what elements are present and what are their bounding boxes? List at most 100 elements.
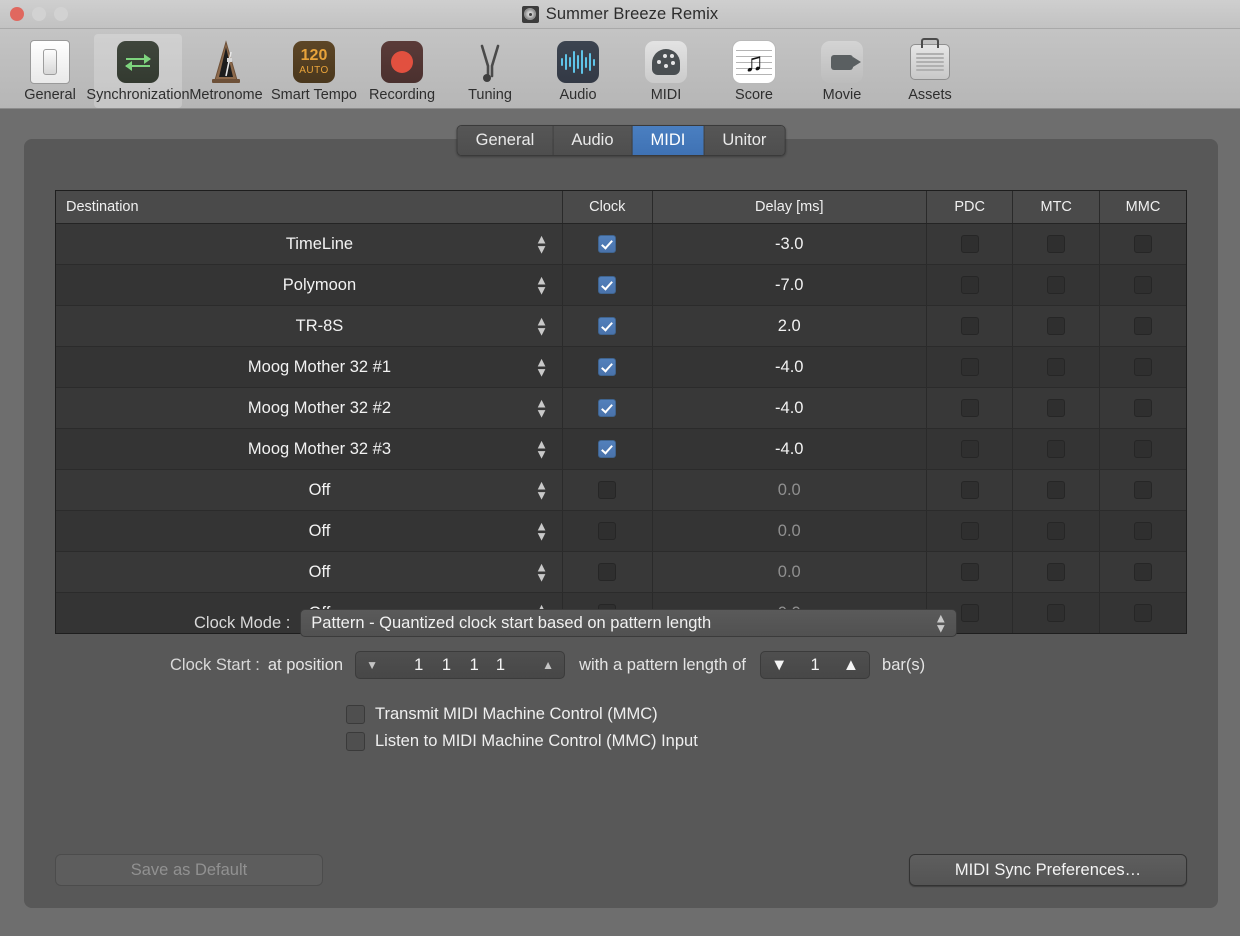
clock-checkbox[interactable] (598, 399, 616, 417)
mtc-checkbox[interactable] (1047, 522, 1065, 540)
mtc-cell[interactable] (1013, 347, 1100, 388)
mtc-checkbox[interactable] (1047, 563, 1065, 581)
clock-cell[interactable] (562, 306, 652, 347)
mmc-cell[interactable] (1099, 265, 1186, 306)
toolbar-item-assets[interactable]: Assets (886, 34, 974, 108)
chevron-updown-icon[interactable]: ▲▼ (535, 316, 548, 335)
delay-cell[interactable]: -4.0 (652, 429, 926, 470)
table-row[interactable]: Moog Mother 32 #1▲▼ -4.0 (56, 347, 1186, 388)
pdc-checkbox[interactable] (961, 276, 979, 294)
mmc-cell[interactable] (1099, 347, 1186, 388)
table-row[interactable]: TimeLine▲▼-3.0 (56, 224, 1186, 265)
clock-checkbox[interactable] (598, 317, 616, 335)
transmit-mmc-checkbox[interactable] (346, 705, 365, 724)
destination-cell[interactable]: Off▲▼ (56, 470, 562, 511)
table-row[interactable]: Off▲▼0.0 (56, 552, 1186, 593)
toolbar-item-midi[interactable]: MIDI (622, 34, 710, 108)
chevron-updown-icon[interactable]: ▲▼ (535, 398, 548, 417)
clock-cell[interactable] (562, 511, 652, 552)
clock-checkbox[interactable] (598, 563, 616, 581)
pdc-cell[interactable] (926, 265, 1013, 306)
mtc-checkbox[interactable] (1047, 440, 1065, 458)
tab-midi[interactable]: MIDI (633, 126, 705, 155)
mmc-cell[interactable] (1099, 429, 1186, 470)
clock-checkbox[interactable] (598, 481, 616, 499)
chevron-down-icon[interactable]: ▼ (771, 656, 787, 675)
toolbar-item-tuning[interactable]: Tuning (446, 34, 534, 108)
mtc-cell[interactable] (1013, 552, 1100, 593)
destination-cell[interactable]: TimeLine▲▼ (56, 224, 562, 265)
delay-cell[interactable]: -4.0 (652, 347, 926, 388)
pdc-cell[interactable] (926, 388, 1013, 429)
chevron-updown-icon[interactable]: ▲▼ (535, 357, 548, 376)
mmc-cell[interactable] (1099, 470, 1186, 511)
pdc-cell[interactable] (926, 470, 1013, 511)
mmc-cell[interactable] (1099, 224, 1186, 265)
destination-cell[interactable]: TR-8S▲▼ (56, 306, 562, 347)
listen-mmc-checkbox[interactable] (346, 732, 365, 751)
clock-cell[interactable] (562, 429, 652, 470)
chevron-up-icon[interactable]: ▲ (843, 656, 859, 675)
clock-checkbox[interactable] (598, 358, 616, 376)
clock-cell[interactable] (562, 552, 652, 593)
mtc-checkbox[interactable] (1047, 276, 1065, 294)
table-row[interactable]: Moog Mother 32 #3▲▼ -4.0 (56, 429, 1186, 470)
pdc-cell[interactable] (926, 552, 1013, 593)
delay-cell[interactable]: 0.0 (652, 470, 926, 511)
toolbar-item-score[interactable]: ♫ Score (710, 34, 798, 108)
tab-general[interactable]: General (458, 126, 554, 155)
clock-cell[interactable] (562, 388, 652, 429)
destination-cell[interactable]: Off▲▼ (56, 511, 562, 552)
destination-cell[interactable]: Polymoon▲▼ (56, 265, 562, 306)
pdc-cell[interactable] (926, 511, 1013, 552)
mmc-cell[interactable] (1099, 306, 1186, 347)
tab-audio[interactable]: Audio (553, 126, 632, 155)
table-row[interactable]: Polymoon▲▼ -7.0 (56, 265, 1186, 306)
chevron-updown-icon[interactable]: ▲▼ (934, 613, 947, 632)
chevron-up-icon[interactable]: ▲ (542, 658, 554, 672)
toolbar-item-movie[interactable]: Movie (798, 34, 886, 108)
clock-cell[interactable] (562, 265, 652, 306)
clock-mode-select[interactable]: Pattern - Quantized clock start based on… (300, 609, 957, 637)
mmc-cell[interactable] (1099, 388, 1186, 429)
toolbar-item-audio[interactable]: Audio (534, 34, 622, 108)
mtc-cell[interactable] (1013, 429, 1100, 470)
pdc-checkbox[interactable] (961, 317, 979, 335)
mmc-cell[interactable] (1099, 552, 1186, 593)
mmc-checkbox[interactable] (1134, 563, 1152, 581)
clock-checkbox[interactable] (598, 276, 616, 294)
toolbar-item-synchronization[interactable]: Synchronization (94, 34, 182, 108)
transmit-mmc-row[interactable]: Transmit MIDI Machine Control (MMC) (24, 705, 1218, 724)
chevron-updown-icon[interactable]: ▲▼ (535, 521, 548, 540)
pdc-checkbox[interactable] (961, 358, 979, 376)
mtc-checkbox[interactable] (1047, 399, 1065, 417)
position-stepper-field[interactable]: ▼ 1 1 1 1 ▲ (355, 651, 565, 679)
pdc-checkbox[interactable] (961, 440, 979, 458)
mmc-checkbox[interactable] (1134, 235, 1152, 253)
pdc-cell[interactable] (926, 347, 1013, 388)
chevron-updown-icon[interactable]: ▲▼ (535, 439, 548, 458)
pdc-checkbox[interactable] (961, 522, 979, 540)
clock-cell[interactable] (562, 224, 652, 265)
chevron-down-icon[interactable]: ▼ (366, 658, 378, 672)
toolbar-item-smart-tempo[interactable]: 120 AUTO Smart Tempo (270, 34, 358, 108)
chevron-updown-icon[interactable]: ▲▼ (535, 234, 548, 253)
destination-cell[interactable]: Moog Mother 32 #1▲▼ (56, 347, 562, 388)
mmc-checkbox[interactable] (1134, 481, 1152, 499)
pdc-cell[interactable] (926, 429, 1013, 470)
table-row[interactable]: Off▲▼ 0.0 (56, 470, 1186, 511)
pdc-cell[interactable] (926, 306, 1013, 347)
destination-cell[interactable]: Moog Mother 32 #3▲▼ (56, 429, 562, 470)
mmc-checkbox[interactable] (1134, 522, 1152, 540)
delay-cell[interactable]: -4.0 (652, 388, 926, 429)
table-row[interactable]: Moog Mother 32 #2▲▼-4.0 (56, 388, 1186, 429)
pdc-checkbox[interactable] (961, 481, 979, 499)
chevron-updown-icon[interactable]: ▲▼ (535, 480, 548, 499)
mtc-checkbox[interactable] (1047, 317, 1065, 335)
toolbar-item-metronome[interactable]: Metronome (182, 34, 270, 108)
mmc-checkbox[interactable] (1134, 440, 1152, 458)
pdc-checkbox[interactable] (961, 235, 979, 253)
midi-sync-preferences-button[interactable]: MIDI Sync Preferences… (909, 854, 1187, 886)
delay-cell[interactable]: -7.0 (652, 265, 926, 306)
pdc-cell[interactable] (926, 224, 1013, 265)
